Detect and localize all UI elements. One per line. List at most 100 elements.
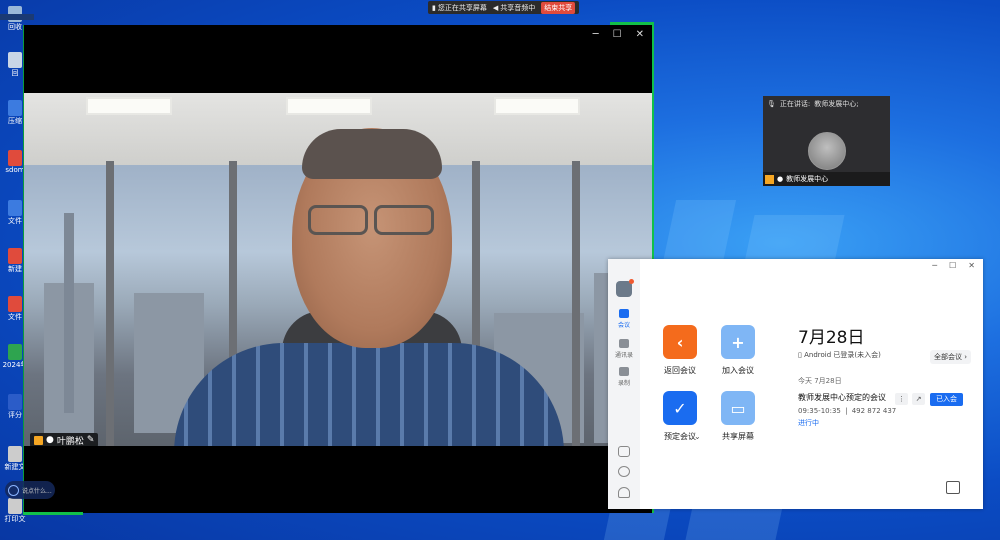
tile-label: 加入会议 [722,366,754,375]
file-icon [8,52,22,68]
file-icon [8,150,22,166]
more-icon[interactable]: ⋮ [895,393,908,405]
nav-item[interactable]: 录制 [608,367,640,387]
sharing-status: ▮ 您正在共享屏幕 [432,3,487,12]
chat-icon [8,484,19,496]
desktop-icon[interactable]: 文件 [6,296,24,322]
share-border [610,22,654,25]
calendar-icon[interactable] [946,481,960,494]
meeting-title[interactable]: 教师发展中心预定的会议 [798,392,886,403]
notification-dot [629,279,634,284]
stop-sharing-button[interactable]: 结束共享 [541,1,576,14]
glasses-left [308,205,368,235]
app-sidebar: 会议 通讯录 录制 [608,259,640,509]
desktop-icon[interactable]: 回 [6,52,24,78]
top-bar-hint [0,14,34,20]
maximize-icon[interactable]: ☐ [613,29,622,40]
settings-icon[interactable] [618,466,630,477]
file-icon [8,296,22,312]
close-icon[interactable]: ✕ [968,261,975,270]
tile-label: 预定会议 [664,432,696,441]
minimize-icon[interactable]: ─ [593,29,599,40]
person-shirt [174,343,564,446]
window-mullion [572,161,580,446]
all-meetings-link[interactable]: 全部会议 › [930,350,972,364]
joined-button[interactable]: 已入会 [930,393,963,406]
desktop-icon[interactable]: sdom [5,150,25,174]
signal-icon: ▮ [432,3,436,12]
record-icon [619,367,629,376]
file-icon [8,446,22,462]
desktop-icon[interactable]: 评分 [6,394,24,420]
speaker-avatar [808,132,846,170]
video-window: ─ ☐ ✕ ● 叶鹏松 ✎ [23,25,653,513]
tile-label: 共享屏幕 [722,432,754,441]
meeting-status: 进行中 [798,419,819,427]
desktop-icon[interactable]: 2024年 [3,344,27,370]
desktop-icon[interactable]: 新建文 [5,446,26,472]
file-icon [8,248,22,264]
person-hair [302,129,442,179]
desktop-icon-label: 打印文 [4,515,26,523]
speaking-indicator: 🎙 正在讲话: 教师发展中心; [767,100,859,108]
ceiling-light [494,97,580,115]
video-icon [619,309,629,318]
glasses-right [374,205,434,235]
return-meeting-button[interactable]: ‹ [663,325,697,359]
ceiling-light [86,97,172,115]
participant-video [24,93,653,446]
chevron-right-icon: › [962,353,968,361]
tile-icon: + [731,332,745,352]
nav-item[interactable]: 会议 [608,309,640,329]
mic-icon: ● [46,435,54,445]
close-icon[interactable]: ✕ [636,29,644,40]
desktop-icon[interactable]: 打印文 [5,498,26,524]
speaker-icon: ◀ [492,3,499,12]
mail-icon[interactable] [618,446,630,457]
desktop-icon[interactable]: 压缩 [6,100,24,126]
desktop-icon[interactable]: 新建 [6,248,24,274]
share-link-icon[interactable]: ↗ [912,393,925,405]
mic-icon: 🎙 [767,100,776,108]
share-screen-button[interactable]: ▭ [721,391,755,425]
share-border [23,512,83,515]
chevron-down-icon[interactable]: ⌄ [694,432,701,441]
app-window-controls: ─ ☐ ✕ [932,261,975,270]
phone-icon: ▯ [798,351,802,359]
join-meeting-button[interactable]: + [721,325,755,359]
minimize-icon[interactable]: ─ [932,261,937,270]
nav-item[interactable]: 通讯录 [608,339,640,359]
file-icon [8,498,22,514]
edit-icon[interactable]: ✎ [87,435,95,445]
tile-icon: ▭ [730,398,746,418]
file-icon [8,394,22,410]
tile-icon: ‹ [676,332,684,352]
tile-icon: ✓ [673,398,687,418]
user-icon [34,435,43,445]
file-icon [8,200,22,216]
mic-icon: ● [777,175,784,183]
current-date: 7月28日 [798,328,865,348]
audio-status[interactable]: ◀ 共享音频中 [493,3,535,13]
meeting-app-window: 会议通讯录录制 ─ ☐ ✕ ‹ 返回会议 + 加入会议 ✓ 预定会议 ▭ 共享屏幕 ⌄ 7月2… [608,259,983,509]
tile-label: 返回会议 [664,366,696,375]
desktop-icon[interactable]: 文件 [6,200,24,226]
book-meeting-button[interactable]: ✓ [663,391,697,425]
file-icon [8,344,22,360]
meeting-time: 09:35-10:35 | 492 872 437 [798,407,897,415]
today-label: 今天 7月28日 [798,377,842,385]
contacts-icon [619,339,629,348]
file-icon [8,100,22,116]
active-speaker-window[interactable]: 🎙 正在讲话: 教师发展中心; ● 教师发展中心 [763,96,890,186]
speaker-name-bar: ● 教师发展中心 [763,172,890,186]
chat-input-hint[interactable]: 说点什么... [5,481,55,499]
user-icon [765,174,774,184]
window-controls: ─ ☐ ✕ [593,29,644,40]
city-tower [64,213,74,413]
person-icon[interactable] [618,487,630,498]
window-mullion [106,161,114,446]
maximize-icon[interactable]: ☐ [949,261,956,270]
participant-name-tag: ● 叶鹏松 ✎ [30,433,99,447]
device-status: ▯ Android 已登录(未入会) [798,351,881,359]
ceiling-light [286,97,372,115]
